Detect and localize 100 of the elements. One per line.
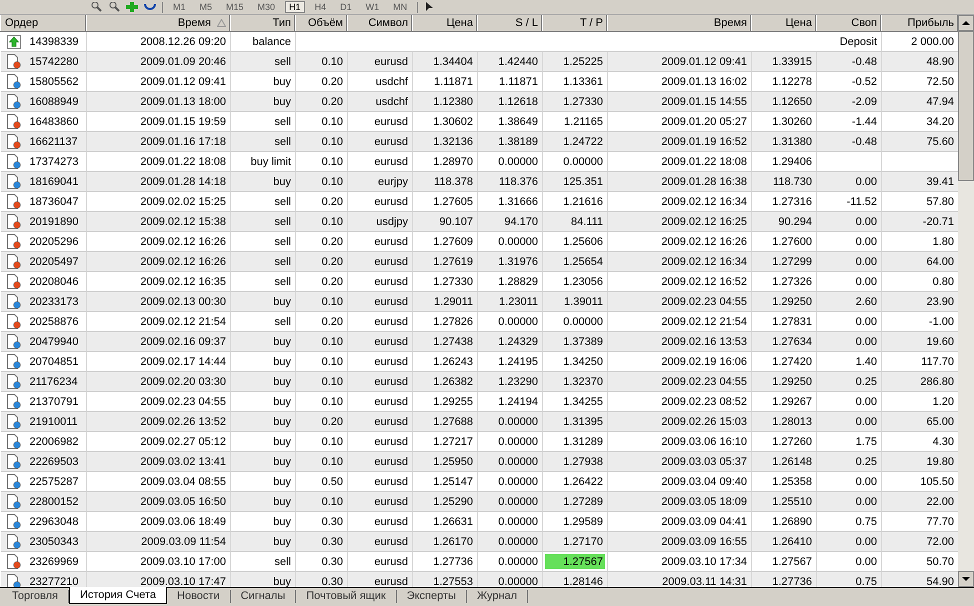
timeframe-button[interactable]: MN [389, 1, 412, 13]
table-cell: 1.29250 [752, 372, 816, 392]
zoom-out-icon[interactable] [108, 2, 120, 12]
table-cell: buy [230, 572, 296, 587]
table-cell: 2009.01.16 17:18 [86, 132, 230, 152]
table-cell: 2009.02.16 13:53 [608, 332, 752, 352]
table-cell: 1.27634 [752, 332, 816, 352]
scroll-thumb[interactable] [958, 31, 974, 181]
table-row[interactable]: 21176234 2009.02.20 03:30 buy 0.10 eurusd 1.26382 1.23290 1.32370 2009.02.23 04:55 1.29250 0.25 286.80 [0, 372, 958, 392]
timeframe-button[interactable]: M1 [169, 1, 190, 13]
table-cell: eurusd [348, 252, 412, 272]
table-cell: 1.31976 [478, 252, 542, 272]
timeframe-button[interactable]: H4 [310, 1, 330, 13]
timeframe-button[interactable]: D1 [336, 1, 356, 13]
tab[interactable]: История Счета [68, 587, 168, 604]
table-cell: 1.26148 [752, 452, 816, 472]
timeframe-button[interactable]: M15 [222, 1, 248, 13]
table-cell: 0.00000 [478, 492, 542, 512]
table-cell: 2009.01.13 18:00 [86, 92, 230, 112]
table-row[interactable]: 16621137 2009.01.16 17:18 sell 0.10 eurusd 1.32136 1.38189 1.24722 2009.01.19 16:52 1.31380 -0.48 75.60 [0, 132, 958, 152]
table-cell: 1.34404 [412, 52, 478, 72]
column-header[interactable]: Ордер [0, 15, 86, 32]
table-cell: 0.10 [296, 332, 348, 352]
table-row[interactable]: 16088949 2009.01.13 18:00 buy 0.20 usdchf 1.12380 1.12618 1.27330 2009.01.15 14:55 1.12650 -2.09 47.94 [0, 92, 958, 112]
table-row[interactable]: 22269503 2009.03.02 13:41 buy 0.10 eurusd 1.25950 0.00000 1.27938 2009.03.03 05:37 1.26148 0.25 19.80 [0, 452, 958, 472]
table-cell: 2009.02.23 04:55 [608, 292, 752, 312]
table-cell: 2009.02.12 15:38 [86, 212, 230, 232]
table-cell: 1.27438 [412, 332, 478, 352]
tab[interactable]: Эксперты [396, 590, 467, 603]
table-row[interactable]: 15742280 2009.01.09 20:46 sell 0.10 eurusd 1.34404 1.42440 1.25225 2009.01.12 09:41 1.33915 -0.48 48.90 [0, 52, 958, 72]
table-cell: 1.27170 [542, 532, 608, 552]
table-cell: 2009.02.12 16:26 [86, 252, 230, 272]
table-row[interactable]: 20233173 2009.02.13 00:30 buy 0.10 eurusd 1.29011 1.23011 1.39011 2009.02.23 04:55 1.29250 2.60 23.90 [0, 292, 958, 312]
order-number: 16088949 [30, 96, 78, 108]
column-header[interactable]: Тип [230, 15, 296, 32]
column-header[interactable]: S / L [478, 15, 542, 32]
column-header[interactable]: Цена [752, 15, 816, 32]
table-row[interactable]: 23050343 2009.03.09 11:54 buy 0.30 eurusd 1.26170 0.00000 1.27170 2009.03.09 16:55 1.26410 0.00 72.00 [0, 532, 958, 552]
column-header[interactable]: T / P [542, 15, 608, 32]
table-cell: eurusd [348, 372, 412, 392]
table-cell: buy [230, 452, 296, 472]
column-header[interactable]: Объём [296, 15, 348, 32]
table-row[interactable]: 20191890 2009.02.12 15:38 sell 0.10 usdjpy 90.107 94.170 84.111 2009.02.12 16:25 90.294 0.00 -20.71 [0, 212, 958, 232]
zoom-in-icon[interactable] [90, 2, 102, 12]
table-cell: 0.00 [816, 412, 882, 432]
table-cell: 2009.03.03 05:37 [608, 452, 752, 472]
table-row[interactable]: 22800152 2009.03.05 16:50 buy 0.10 eurusd 1.25290 0.00000 1.27289 2009.03.05 18:09 1.25510 0.00 22.00 [0, 492, 958, 512]
table-row[interactable]: 21910011 2009.02.26 13:52 buy 0.20 eurusd 1.27688 0.00000 1.31395 2009.02.26 15:03 1.28013 0.00 65.00 [0, 412, 958, 432]
table-row[interactable]: 20205497 2009.02.12 16:26 sell 0.20 eurusd 1.27619 1.31976 1.25654 2009.02.12 16:34 1.27299 0.00 64.00 [0, 252, 958, 272]
tab[interactable]: Журнал [466, 590, 528, 603]
cursor-icon[interactable] [424, 2, 434, 12]
table-cell: 1.25510 [752, 492, 816, 512]
timeframe-button[interactable]: H1 [285, 1, 305, 13]
table-cell: 1.26382 [412, 372, 478, 392]
timeframe-button[interactable]: M30 [254, 1, 280, 13]
table-cell: 72.00 [882, 532, 958, 552]
table-cell: sell [230, 52, 296, 72]
order-number: 23050343 [30, 536, 78, 548]
table-cell: 0.20 [296, 252, 348, 272]
order-number: 18736047 [30, 196, 78, 208]
timeframe-button[interactable]: M5 [196, 1, 216, 13]
tab[interactable]: Новости [167, 590, 231, 603]
column-header[interactable]: Цена [412, 15, 478, 32]
table-cell: eurusd [348, 52, 412, 72]
table-row[interactable]: 23277210 2009.03.10 17:47 buy 0.30 eurusd 1.27553 0.00000 1.28146 2009.03.11 14:31 1.27736 0.75 54.90 [0, 572, 958, 587]
table-cell: 1.27736 [752, 572, 816, 587]
table-cell: 0.00000 [478, 572, 542, 587]
scroll-up-icon[interactable] [958, 15, 974, 31]
scrollbar[interactable] [958, 15, 974, 587]
timeframe-button[interactable]: W1 [362, 1, 384, 13]
table-cell: 54.90 [882, 572, 958, 587]
scroll-down-icon[interactable] [958, 571, 974, 587]
table-cell: eurusd [348, 492, 412, 512]
table-cell: 0.00 [816, 332, 882, 352]
table-cell: 90.107 [412, 212, 478, 232]
column-header[interactable]: Время [86, 15, 230, 32]
tab[interactable]: Сигналы [230, 590, 296, 603]
column-header[interactable]: Своп [816, 15, 882, 32]
table-row[interactable]: 18169041 2009.01.28 14:18 buy 0.10 eurjpy 118.378 118.376 125.351 2009.01.28 16:38 118.730 0.00 39.41 [0, 172, 958, 192]
column-header[interactable]: Символ [348, 15, 412, 32]
table-row[interactable]: 20479940 2009.02.16 09:37 buy 0.10 eurusd 1.27438 1.24329 1.37389 2009.02.16 13:53 1.27634 0.00 19.60 [0, 332, 958, 352]
tab[interactable]: Почтовый ящик [296, 590, 397, 603]
table-cell: 0.00 [816, 492, 882, 512]
table-cell: 0.75 [816, 572, 882, 587]
table-cell: 1.38189 [478, 132, 542, 152]
column-header[interactable]: Время [608, 15, 752, 32]
table-cell: 1.12380 [412, 92, 478, 112]
order-number: 16483860 [30, 116, 78, 128]
table-cell: 2009.02.12 16:25 [608, 212, 752, 232]
table-cell: 0.00000 [478, 412, 542, 432]
order-number: 22963048 [30, 516, 78, 528]
order-number: 20205296 [30, 236, 78, 248]
table-cell: 64.00 [882, 252, 958, 272]
table-cell: 23.90 [882, 292, 958, 312]
order-number: 14398339 [30, 36, 78, 48]
table-cell: 39.41 [882, 172, 958, 192]
table-cell: 1.27553 [412, 572, 478, 587]
table-cell: sell [230, 252, 296, 272]
column-header[interactable]: Прибыль [882, 15, 958, 32]
order-number: 20258876 [30, 316, 78, 328]
